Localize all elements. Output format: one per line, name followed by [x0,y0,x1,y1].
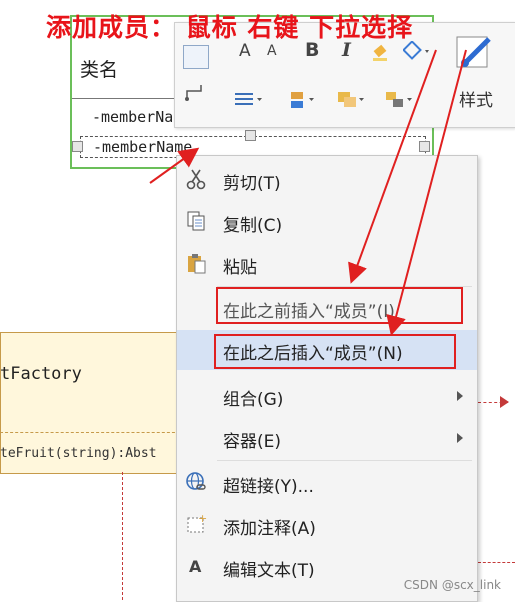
watermark-credit: CSDN @scx_link [403,578,501,592]
annotation-arrows [149,49,467,336]
annotation-title: 添加成员： 鼠标 右键 下拉选择 [46,13,414,42]
